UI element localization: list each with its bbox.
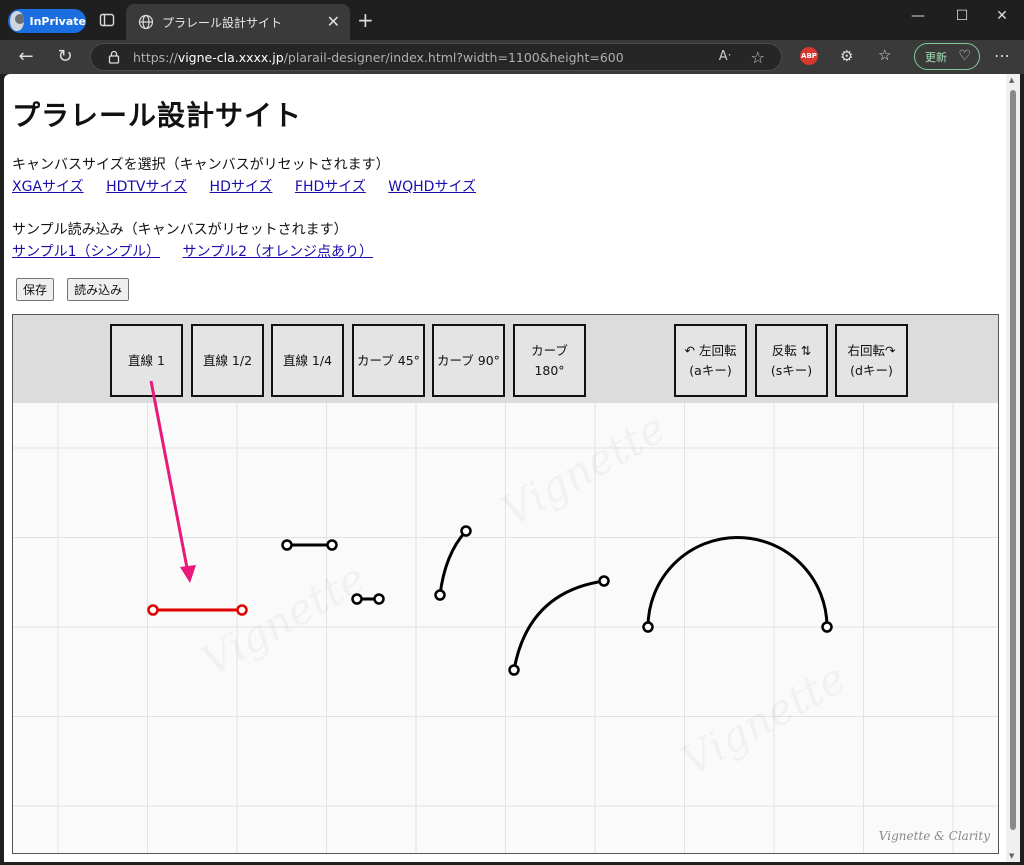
link-wqhd-size[interactable]: WQHDサイズ [388, 179, 476, 195]
window-close-icon[interactable]: ✕ [990, 8, 1014, 24]
scroll-down-icon[interactable]: ▼ [1009, 852, 1014, 860]
maximize-icon[interactable]: ☐ [950, 8, 974, 24]
track-curve-90[interactable] [508, 575, 610, 676]
back-icon[interactable]: ← [16, 47, 36, 67]
placed-tracks [147, 380, 833, 676]
url-text: https://vigne-cla.xxxx.jp/plarail-design… [133, 50, 624, 65]
track-designer-canvas[interactable]: 直線 1 直線 1/2 直線 1/4 カーブ 45° カーブ 90° カーブ 1… [12, 314, 999, 854]
globe-icon [138, 14, 154, 30]
profile-avatar [10, 11, 24, 31]
new-tab-icon[interactable]: + [357, 8, 374, 32]
track-curve-45[interactable] [434, 525, 472, 601]
track-straight-half[interactable] [281, 539, 338, 551]
annotation-arrow [149, 380, 190, 574]
more-menu-icon[interactable]: ⋯ [994, 46, 1010, 65]
tab-close-icon[interactable]: ✕ [327, 12, 340, 31]
url-path: /plarail-designer/index.html?width=1100&… [283, 50, 624, 65]
refresh-icon[interactable]: ↻ [55, 47, 75, 67]
adblock-extension-icon[interactable]: ABP [800, 47, 818, 65]
file-buttons: 保存 読み込み [16, 278, 137, 301]
url-prefix: https:// [133, 50, 178, 65]
page-title: プラレール設計サイト [12, 99, 303, 132]
favorites-icon[interactable]: ☆ [878, 46, 891, 64]
favorite-star-icon[interactable]: ☆ [751, 48, 765, 67]
update-button[interactable]: 更新 ♡ [914, 43, 980, 70]
page-scrollbar[interactable]: ▲ ▼ [1006, 74, 1020, 862]
save-button[interactable]: 保存 [16, 278, 55, 301]
track-straight-quarter[interactable] [351, 593, 385, 605]
update-label: 更新 [925, 50, 947, 64]
link-fhd-size[interactable]: FHDサイズ [295, 179, 366, 195]
active-tab[interactable]: プラレール設計サイト ✕ [126, 4, 350, 40]
link-sample-1[interactable]: サンプル1（シンプル） [12, 244, 160, 260]
scrollbar-thumb[interactable] [1010, 90, 1016, 830]
link-xga-size[interactable]: XGAサイズ [12, 179, 84, 195]
extensions-icon[interactable]: ⚙ [840, 47, 853, 65]
lock-icon[interactable] [107, 50, 121, 64]
read-aloud-icon[interactable]: Aᐧ [719, 49, 731, 64]
address-toolbar: ← ↻ https://vigne-cla.xxxx.jp/plarail-de… [0, 40, 1024, 74]
tab-title: プラレール設計サイト [162, 16, 283, 30]
track-straight-1-selected[interactable] [147, 604, 248, 616]
scroll-up-icon[interactable]: ▲ [1009, 76, 1014, 84]
annotation-arrowhead [180, 565, 196, 583]
track-curve-180[interactable] [642, 536, 833, 633]
canvas-size-links: XGAサイズ HDTVサイズ HDサイズ FHDサイズ WQHDサイズ [12, 176, 494, 196]
link-hd-size[interactable]: HDサイズ [210, 179, 273, 195]
link-hdtv-size[interactable]: HDTVサイズ [106, 179, 187, 195]
minimize-icon[interactable]: — [906, 8, 930, 24]
tab-actions-icon[interactable] [99, 12, 115, 28]
sample-load-label: サンプル読み込み（キャンバスがリセットされます） [12, 222, 348, 238]
canvas-size-label: キャンバスサイズを選択（キャンバスがリセットされます） [12, 157, 390, 173]
link-sample-2[interactable]: サンプル2（オレンジ点あり） [183, 244, 374, 260]
health-icon: ♡ [958, 48, 971, 64]
sample-links: サンプル1（シンプル） サンプル2（オレンジ点あり） [12, 241, 391, 261]
page-viewport: プラレール設計サイト キャンバスサイズを選択（キャンバスがリセットされます） X… [4, 74, 1006, 862]
inprivate-label: InPrivate [29, 14, 87, 28]
address-bar[interactable]: https://vigne-cla.xxxx.jp/plarail-design… [90, 43, 782, 71]
browser-tab-bar: InPrivate プラレール設計サイト ✕ + — ☐ ✕ [0, 0, 1024, 40]
inprivate-badge[interactable]: InPrivate [8, 9, 86, 33]
load-button[interactable]: 読み込み [67, 278, 130, 301]
site-logo: Vignette & Clarity [878, 829, 990, 843]
url-host: vigne-cla.xxxx.jp [177, 50, 284, 65]
